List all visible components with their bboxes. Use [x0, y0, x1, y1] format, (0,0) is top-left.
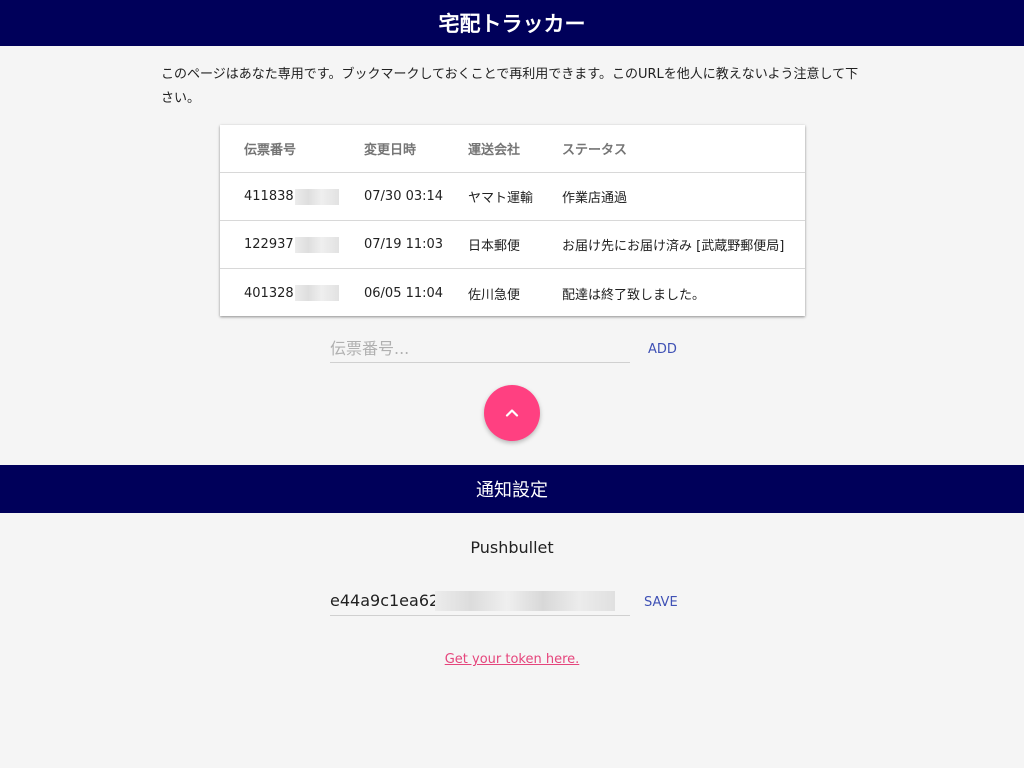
- tracking-number-input[interactable]: [330, 334, 630, 363]
- tracking-number: 401328: [244, 269, 339, 317]
- table-row[interactable]: 411838 07/30 03:14 ヤマト運輸 作業店通過: [220, 173, 805, 221]
- table-header-row: 伝票番号 変更日時 運送会社 ステータス: [220, 125, 805, 173]
- pushbullet-title: Pushbullet: [470, 538, 554, 557]
- tracking-number: 122937: [244, 221, 339, 268]
- private-page-notice: このページはあなた専用です。ブックマークしておくことで再利用できます。このURL…: [161, 67, 859, 106]
- carrier-name: 佐川急便: [468, 287, 521, 303]
- scroll-top-button[interactable]: [484, 385, 540, 441]
- app-header: 宅配トラッカー: [0, 0, 1024, 46]
- redacted-mask: [294, 236, 339, 253]
- redacted-mask: [294, 188, 339, 205]
- tracking-number-text: 122937: [244, 237, 294, 252]
- tracking-number-text: 401328: [244, 285, 294, 301]
- notification-settings-header: 通知設定: [0, 465, 1024, 513]
- notification-settings-title: 通知設定: [476, 480, 548, 501]
- token-value: e44a9c1ea62c: [330, 591, 448, 610]
- updated-datetime: 06/05 11:04: [364, 285, 444, 301]
- add-tracking-form: [330, 334, 630, 363]
- column-header-datetime: 変更日時: [364, 143, 417, 158]
- get-token-link[interactable]: Get your token here.: [445, 652, 580, 667]
- delivery-status: 配達は終了致しました。: [562, 287, 706, 303]
- column-header-carrier: 運送会社: [468, 143, 521, 158]
- chevron-up-icon: [505, 409, 519, 417]
- tracking-number: 411838: [244, 173, 339, 220]
- token-link-container: Get your token here.: [0, 652, 1024, 667]
- column-header-status: ステータス: [562, 143, 628, 158]
- delivery-status: お届け先にお届け済み [武蔵野郵便局]: [562, 239, 785, 254]
- tracking-table: 伝票番号 変更日時 運送会社 ステータス 411838 07/30 03:14 …: [220, 125, 805, 316]
- carrier-name: ヤマト運輸: [468, 191, 534, 206]
- redacted-mask: [435, 591, 615, 611]
- carrier-name: 日本郵便: [468, 239, 521, 254]
- delivery-status: 作業店通過: [562, 191, 628, 206]
- tracking-number-text: 411838: [244, 189, 294, 204]
- updated-datetime: 07/19 11:03: [364, 237, 444, 252]
- pushbullet-token-field[interactable]: e44a9c1ea62c: [330, 588, 630, 616]
- redacted-mask: [294, 285, 339, 301]
- app-title: 宅配トラッカー: [438, 12, 586, 36]
- table-row[interactable]: 401328 06/05 11:04 佐川急便 配達は終了致しました。: [220, 269, 805, 317]
- updated-datetime: 07/30 03:14: [364, 189, 444, 204]
- add-button[interactable]: ADD: [648, 342, 677, 357]
- column-header-number: 伝票番号: [244, 143, 297, 158]
- table-row[interactable]: 122937 07/19 11:03 日本郵便 お届け先にお届け済み [武蔵野郵…: [220, 221, 805, 269]
- save-button[interactable]: SAVE: [644, 595, 678, 610]
